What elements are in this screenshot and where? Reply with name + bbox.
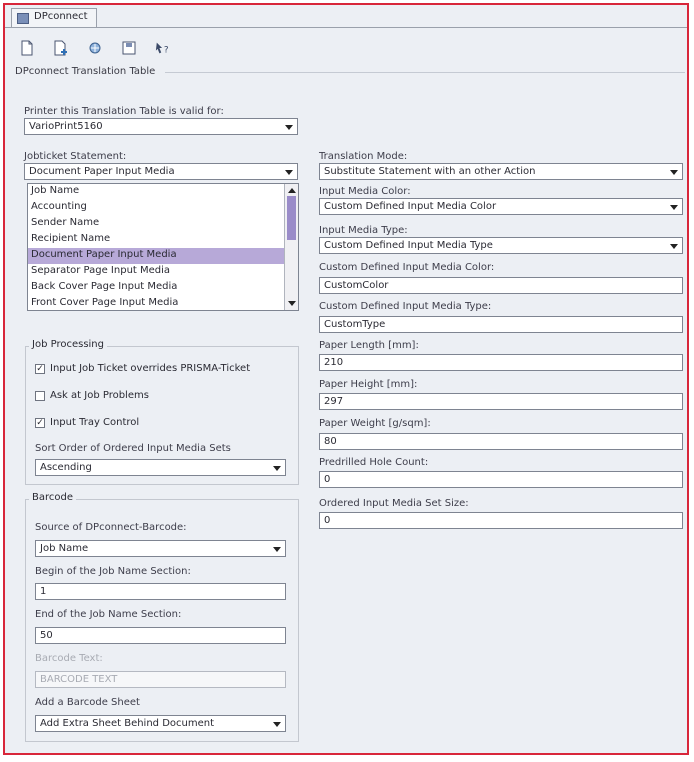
barcode-text-label: Barcode Text: bbox=[35, 653, 103, 664]
jobticket-label: Jobticket Statement: bbox=[24, 151, 127, 162]
input-ticket-label: Input Job Ticket overrides PRISMA-Ticket bbox=[50, 363, 251, 374]
custom-type-label: Custom Defined Input Media Type: bbox=[319, 301, 492, 312]
barcode-source-label: Source of DPconnect-Barcode: bbox=[35, 522, 187, 533]
translation-mode-value: Substitute Statement with an other Actio… bbox=[324, 166, 536, 177]
predrilled-hole-label: Predrilled Hole Count: bbox=[319, 457, 429, 468]
input-media-type-value: Custom Defined Input Media Type bbox=[324, 240, 493, 251]
tab-dpconnect[interactable]: DPconnect bbox=[11, 8, 97, 28]
chevron-down-icon[interactable] bbox=[285, 170, 293, 175]
begin-label: Begin of the Job Name Section: bbox=[35, 566, 191, 577]
begin-field[interactable]: 1 bbox=[35, 583, 286, 600]
chevron-down-icon[interactable] bbox=[285, 125, 293, 130]
dpconnect-panel: DPconnect ? DPconnect Translation Table … bbox=[3, 3, 689, 755]
set-size-label: Ordered Input Media Set Size: bbox=[319, 498, 469, 509]
paper-length-label: Paper Length [mm]: bbox=[319, 340, 419, 351]
chevron-down-icon[interactable] bbox=[670, 244, 678, 249]
list-item[interactable]: Front Cover Page Input Media bbox=[28, 296, 298, 312]
input-tray-checkbox[interactable]: ✓ Input Tray Control bbox=[35, 417, 139, 428]
jobticket-value: Document Paper Input Media bbox=[29, 166, 175, 177]
barcode-sheet-value: Add Extra Sheet Behind Document bbox=[40, 718, 215, 729]
save-icon[interactable] bbox=[121, 39, 137, 57]
sync-icon[interactable] bbox=[87, 39, 103, 57]
list-item-selected[interactable]: Document Paper Input Media bbox=[28, 248, 298, 264]
input-media-color-label: Input Media Color: bbox=[319, 186, 411, 197]
input-media-color-combobox[interactable]: Custom Defined Input Media Color bbox=[319, 198, 683, 215]
barcode-sheet-label: Add a Barcode Sheet bbox=[35, 697, 140, 708]
paper-weight-label: Paper Weight [g/sqm]: bbox=[319, 418, 431, 429]
input-media-type-label: Input Media Type: bbox=[319, 225, 408, 236]
scroll-up-icon[interactable] bbox=[286, 185, 297, 196]
checkbox-checked-icon[interactable]: ✓ bbox=[35, 417, 45, 428]
end-label: End of the Job Name Section: bbox=[35, 609, 182, 620]
list-item[interactable]: Back Cover Page Input Media bbox=[28, 280, 298, 296]
checkbox-unchecked-icon[interactable] bbox=[35, 390, 45, 401]
tab-divider bbox=[5, 27, 687, 28]
sort-order-value: Ascending bbox=[40, 462, 92, 473]
scroll-thumb[interactable] bbox=[287, 196, 296, 240]
tab-label: DPconnect bbox=[34, 11, 88, 22]
list-item[interactable]: Accounting bbox=[28, 200, 298, 216]
svg-text:?: ? bbox=[164, 45, 169, 55]
barcode-text-field[interactable]: BARCODE TEXT bbox=[35, 671, 286, 688]
printer-label: Printer this Translation Table is valid … bbox=[24, 106, 224, 117]
input-media-color-value: Custom Defined Input Media Color bbox=[324, 201, 497, 212]
paper-length-field[interactable]: 210 bbox=[319, 354, 683, 371]
scroll-down-icon[interactable] bbox=[286, 298, 297, 309]
input-tray-label: Input Tray Control bbox=[50, 417, 140, 428]
input-ticket-checkbox[interactable]: ✓ Input Job Ticket overrides PRISMA-Tick… bbox=[35, 363, 250, 374]
list-item[interactable]: Separator Page Input Media bbox=[28, 264, 298, 280]
sort-order-combobox[interactable]: Ascending bbox=[35, 459, 286, 476]
chevron-down-icon[interactable] bbox=[273, 547, 281, 552]
printer-value: VarioPrint5160 bbox=[29, 121, 103, 132]
ask-problems-checkbox[interactable]: Ask at Job Problems bbox=[35, 390, 149, 401]
jobticket-combobox[interactable]: Document Paper Input Media bbox=[24, 163, 298, 180]
job-processing-title: Job Processing bbox=[29, 339, 107, 350]
end-field[interactable]: 50 bbox=[35, 627, 286, 644]
list-item[interactable]: Recipient Name bbox=[28, 232, 298, 248]
barcode-title: Barcode bbox=[29, 492, 76, 503]
chevron-down-icon[interactable] bbox=[273, 722, 281, 727]
input-media-type-combobox[interactable]: Custom Defined Input Media Type bbox=[319, 237, 683, 254]
listbox-scrollbar[interactable] bbox=[284, 184, 298, 310]
ask-problems-label: Ask at Job Problems bbox=[50, 390, 149, 401]
list-item[interactable]: Sender Name bbox=[28, 216, 298, 232]
translation-mode-label: Translation Mode: bbox=[319, 151, 408, 162]
barcode-source-combobox[interactable]: Job Name bbox=[35, 540, 286, 557]
jobticket-listbox[interactable]: Job Name Accounting Sender Name Recipien… bbox=[27, 183, 299, 311]
sort-order-label: Sort Order of Ordered Input Media Sets bbox=[35, 443, 231, 454]
chevron-down-icon[interactable] bbox=[670, 205, 678, 210]
custom-type-field[interactable]: CustomType bbox=[319, 316, 683, 333]
barcode-source-value: Job Name bbox=[40, 543, 89, 554]
set-size-field[interactable]: 0 bbox=[319, 512, 683, 529]
translation-mode-combobox[interactable]: Substitute Statement with an other Actio… bbox=[319, 163, 683, 180]
section-divider bbox=[165, 72, 685, 73]
barcode-sheet-combobox[interactable]: Add Extra Sheet Behind Document bbox=[35, 715, 286, 732]
help-cursor-icon[interactable]: ? bbox=[155, 39, 171, 57]
printer-icon bbox=[17, 13, 29, 24]
toolbar: ? bbox=[19, 35, 171, 61]
custom-color-field[interactable]: CustomColor bbox=[319, 277, 683, 294]
predrilled-hole-field[interactable]: 0 bbox=[319, 471, 683, 488]
printer-combobox[interactable]: VarioPrint5160 bbox=[24, 118, 298, 135]
add-document-icon[interactable] bbox=[53, 39, 69, 57]
paper-height-field[interactable]: 297 bbox=[319, 393, 683, 410]
paper-weight-field[interactable]: 80 bbox=[319, 433, 683, 450]
new-document-icon[interactable] bbox=[19, 39, 35, 57]
section-title: DPconnect Translation Table bbox=[15, 66, 156, 77]
chevron-down-icon[interactable] bbox=[273, 466, 281, 471]
checkbox-checked-icon[interactable]: ✓ bbox=[35, 363, 45, 374]
paper-height-label: Paper Height [mm]: bbox=[319, 379, 418, 390]
chevron-down-icon[interactable] bbox=[670, 170, 678, 175]
custom-color-label: Custom Defined Input Media Color: bbox=[319, 262, 495, 273]
list-item[interactable]: Job Name bbox=[28, 184, 298, 200]
